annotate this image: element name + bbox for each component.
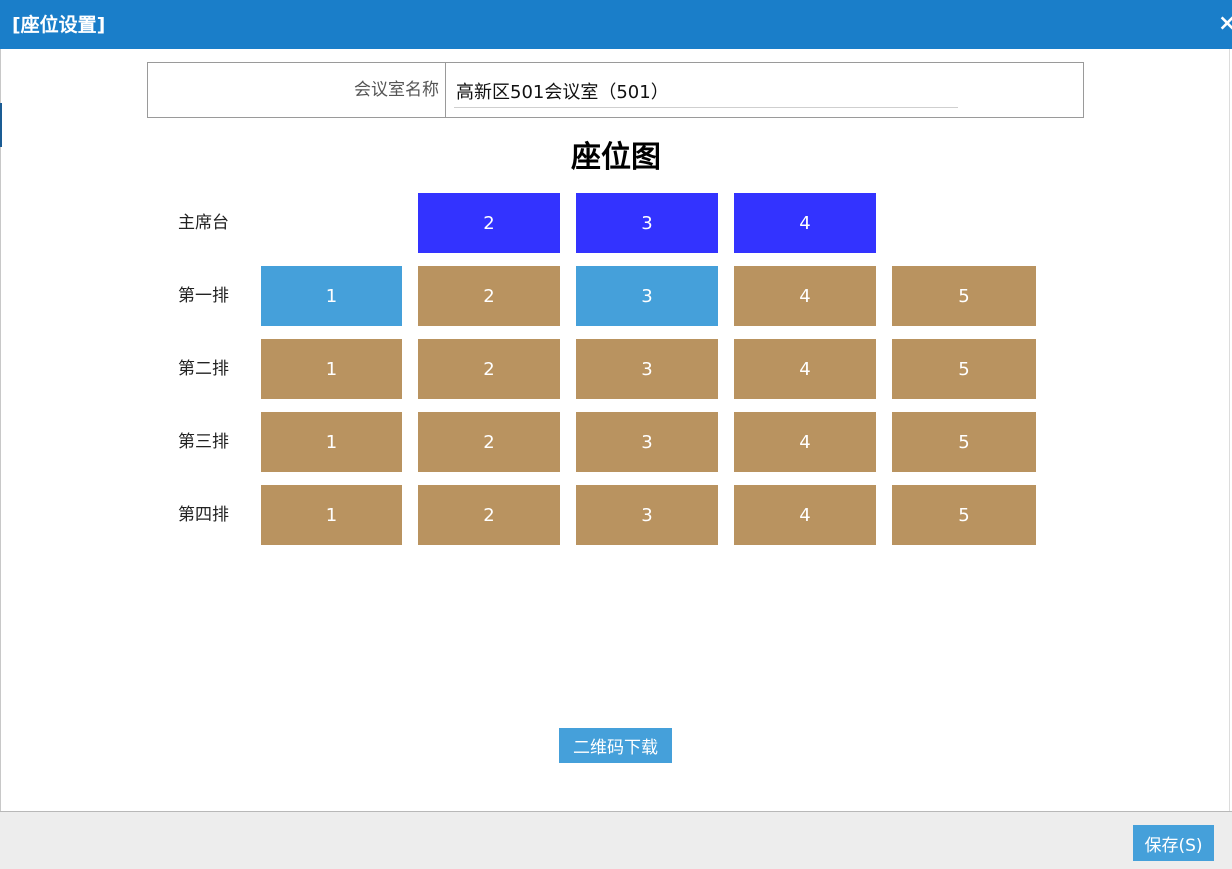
- window-titlebar: [座位设置] ×: [0, 0, 1232, 49]
- seat-chairman-2[interactable]: 2: [418, 193, 560, 253]
- seat-row3-2[interactable]: 2: [418, 412, 560, 472]
- seat-chairman-3[interactable]: 3: [576, 193, 718, 253]
- room-name-row: 会议室名称: [147, 62, 1084, 118]
- seat-row2-4[interactable]: 4: [734, 339, 876, 399]
- dialog-footer: 保存(S): [0, 811, 1232, 869]
- seat-row2-3[interactable]: 3: [576, 339, 718, 399]
- row-label-1: 第一排: [178, 286, 229, 306]
- seat-row1-2[interactable]: 2: [418, 266, 560, 326]
- row-label-chairman: 主席台: [178, 213, 229, 233]
- seat-row4-5[interactable]: 5: [892, 485, 1036, 545]
- room-name-input[interactable]: [454, 75, 958, 108]
- seat-chairman-4[interactable]: 4: [734, 193, 876, 253]
- seat-row4-4[interactable]: 4: [734, 485, 876, 545]
- seat-row1-1[interactable]: 1: [261, 266, 402, 326]
- seat-row3-5[interactable]: 5: [892, 412, 1036, 472]
- seat-row1-4[interactable]: 4: [734, 266, 876, 326]
- close-icon[interactable]: ×: [1218, 10, 1232, 38]
- row-label-4: 第四排: [178, 505, 229, 525]
- save-button[interactable]: 保存(S): [1133, 825, 1214, 861]
- row-label-2: 第二排: [178, 359, 229, 379]
- seat-row4-1[interactable]: 1: [261, 485, 402, 545]
- row-label-3: 第三排: [178, 432, 229, 452]
- seat-row3-1[interactable]: 1: [261, 412, 402, 472]
- qr-download-button[interactable]: 二维码下载: [559, 728, 672, 763]
- seat-row4-2[interactable]: 2: [418, 485, 560, 545]
- window-title: [座位设置]: [12, 14, 106, 36]
- seat-row1-5[interactable]: 5: [892, 266, 1036, 326]
- seat-row4-3[interactable]: 3: [576, 485, 718, 545]
- seat-map-title: 座位图: [571, 140, 661, 175]
- seat-row1-3[interactable]: 3: [576, 266, 718, 326]
- seat-row3-3[interactable]: 3: [576, 412, 718, 472]
- room-name-label-cell: 会议室名称: [148, 63, 446, 117]
- seat-row3-4[interactable]: 4: [734, 412, 876, 472]
- seat-row2-1[interactable]: 1: [261, 339, 402, 399]
- seat-row2-2[interactable]: 2: [418, 339, 560, 399]
- room-name-label: 会议室名称: [354, 80, 439, 100]
- seat-row2-5[interactable]: 5: [892, 339, 1036, 399]
